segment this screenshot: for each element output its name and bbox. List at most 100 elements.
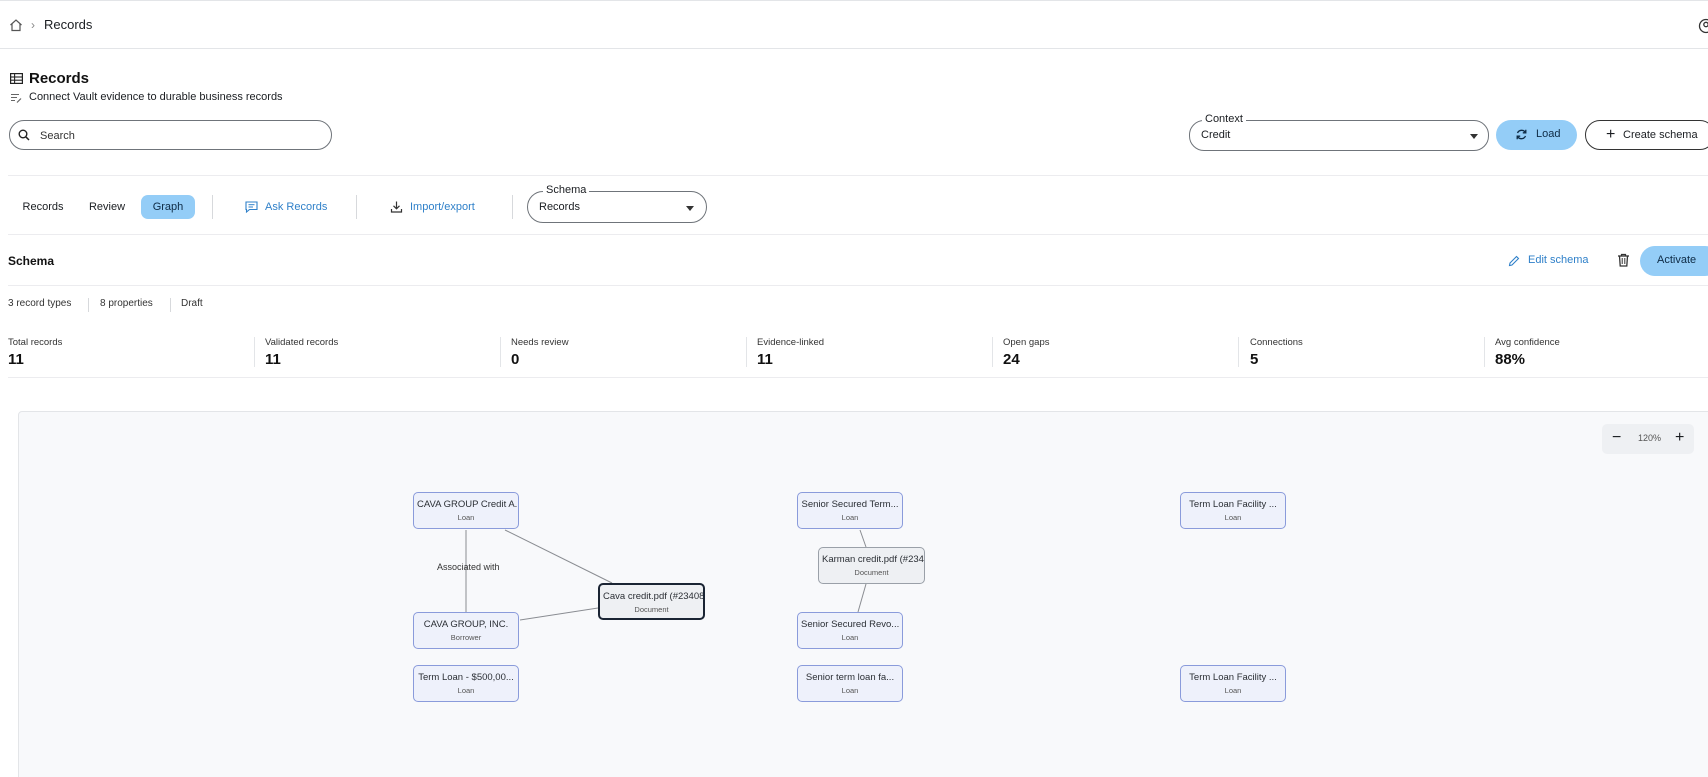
- graph-canvas[interactable]: [18, 411, 1708, 777]
- graph-node-loan[interactable]: Term Loan Facility ... Loan: [1180, 665, 1286, 702]
- node-type: Loan: [841, 633, 859, 642]
- page-subtitle: Connect Vault evidence to durable busine…: [29, 91, 283, 103]
- schema-select[interactable]: Schema Records: [527, 184, 707, 223]
- node-type: Loan: [1224, 686, 1242, 695]
- schema-select-label: Schema: [543, 184, 590, 196]
- tab-review[interactable]: Review: [83, 195, 131, 219]
- meta-properties: 8 properties: [100, 298, 153, 309]
- meta-record-types: 3 record types: [8, 298, 72, 309]
- import-export-button[interactable]: Import/export: [390, 195, 490, 219]
- create-schema-button[interactable]: + Create schema: [1585, 120, 1708, 150]
- stat-label: Avg confidence: [1495, 337, 1560, 348]
- graph-node-loan[interactable]: Senior Secured Term... Loan: [797, 492, 903, 529]
- search-icon: [18, 129, 30, 141]
- node-title: Senior term loan fa...: [805, 672, 895, 683]
- search-field[interactable]: [9, 120, 332, 150]
- stat-validated-records: Validated records 11: [265, 337, 338, 368]
- stat-label: Evidence-linked: [757, 337, 825, 348]
- refresh-icon: [1516, 129, 1527, 140]
- divider: [746, 337, 747, 367]
- graph-node-loan[interactable]: Term Loan - $500,00... Loan: [413, 665, 519, 702]
- schema-select-value: Records: [539, 201, 580, 213]
- divider: [170, 298, 171, 312]
- divider: [992, 337, 993, 367]
- divider: [88, 298, 89, 312]
- stat-label: Open gaps: [1003, 337, 1050, 348]
- zoom-controls: − 120% +: [1602, 424, 1694, 454]
- page-title: Records: [29, 70, 90, 87]
- node-title: Term Loan Facility ...: [1189, 499, 1277, 510]
- stat-open-gaps: Open gaps 24: [1003, 337, 1049, 368]
- divider: [8, 175, 1708, 176]
- divider: [356, 195, 357, 219]
- zoom-out-button[interactable]: −: [1612, 429, 1621, 447]
- divider: [8, 377, 1708, 378]
- divider: [8, 285, 1708, 286]
- stat-value: 24: [1003, 351, 1020, 368]
- notes-icon: [11, 94, 22, 103]
- ask-records-label: Ask Records: [265, 201, 328, 213]
- tab-graph[interactable]: Graph: [141, 195, 195, 219]
- meta-status: Draft: [181, 298, 203, 309]
- stat-value: 11: [265, 351, 281, 368]
- plus-icon: +: [1606, 126, 1616, 143]
- tab-records[interactable]: Records: [16, 195, 70, 219]
- graph-node-loan[interactable]: Senior term loan fa... Loan: [797, 665, 903, 702]
- home-icon[interactable]: [9, 18, 23, 32]
- node-title: Term Loan Facility ...: [1189, 672, 1277, 683]
- node-type: Borrower: [450, 633, 482, 642]
- trash-icon[interactable]: [1617, 253, 1630, 267]
- node-title: CAVA GROUP, INC.: [423, 619, 509, 630]
- breadcrumb[interactable]: Records: [44, 17, 92, 32]
- stat-value: 0: [511, 351, 520, 368]
- divider: [212, 195, 213, 219]
- stat-label: Connections: [1250, 337, 1303, 348]
- node-title: Term Loan - $500,00...: [418, 672, 514, 683]
- divider: [512, 195, 513, 219]
- activate-button[interactable]: Activate: [1640, 246, 1708, 276]
- zoom-level: 120%: [1638, 433, 1662, 443]
- load-button[interactable]: Load: [1496, 120, 1577, 150]
- search-input[interactable]: [40, 126, 320, 145]
- zoom-in-button[interactable]: +: [1675, 429, 1684, 447]
- top-bar: › Records: [0, 0, 1708, 49]
- account-icon[interactable]: [1698, 18, 1708, 34]
- caret-down-icon: [1470, 134, 1478, 139]
- graph-node-loan[interactable]: Senior Secured Revo... Loan: [797, 612, 903, 649]
- stat-value: 5: [1250, 351, 1259, 368]
- graph-node-borrower[interactable]: CAVA GROUP, INC. Borrower: [413, 612, 519, 649]
- context-select[interactable]: Context Credit: [1189, 113, 1489, 151]
- ask-records-button[interactable]: Ask Records: [245, 195, 335, 219]
- node-type: Document: [854, 568, 889, 577]
- stat-evidence-linked: Evidence-linked 11: [757, 337, 824, 368]
- node-title: Senior Secured Term...: [801, 499, 899, 510]
- stat-value: 88%: [1495, 351, 1526, 368]
- activate-label: Activate: [1657, 254, 1697, 266]
- context-value: Credit: [1201, 129, 1231, 141]
- node-type: Loan: [457, 513, 475, 522]
- chevron-right-icon: ›: [31, 18, 35, 32]
- context-label: Context: [1202, 113, 1246, 125]
- graph-node-loan[interactable]: CAVA GROUP Credit A... Loan: [413, 492, 519, 529]
- stat-value: 11: [757, 351, 773, 368]
- graph-node-document[interactable]: Karman credit.pdf (#234... Document: [818, 547, 925, 584]
- stat-label: Validated records: [265, 337, 339, 348]
- stat-label: Needs review: [511, 337, 569, 348]
- stat-label: Total records: [8, 337, 63, 348]
- chat-icon: [245, 201, 258, 213]
- graph-node-document-selected[interactable]: Cava credit.pdf (#23408) Document: [598, 583, 705, 620]
- node-title: Karman credit.pdf (#234...: [822, 554, 924, 565]
- node-type: Loan: [841, 513, 859, 522]
- stat-total-records: Total records 11: [8, 337, 62, 368]
- graph-node-loan[interactable]: Term Loan Facility ... Loan: [1180, 492, 1286, 529]
- divider: [1238, 337, 1239, 367]
- download-icon: [390, 201, 403, 213]
- divider: [254, 337, 255, 367]
- load-label: Load: [1536, 128, 1561, 140]
- node-title: Cava credit.pdf (#23408): [603, 591, 703, 602]
- divider: [1484, 337, 1485, 367]
- node-type: Loan: [841, 686, 859, 695]
- create-schema-label: Create schema: [1623, 129, 1698, 141]
- stat-value: 11: [8, 351, 24, 368]
- divider: [8, 234, 1708, 235]
